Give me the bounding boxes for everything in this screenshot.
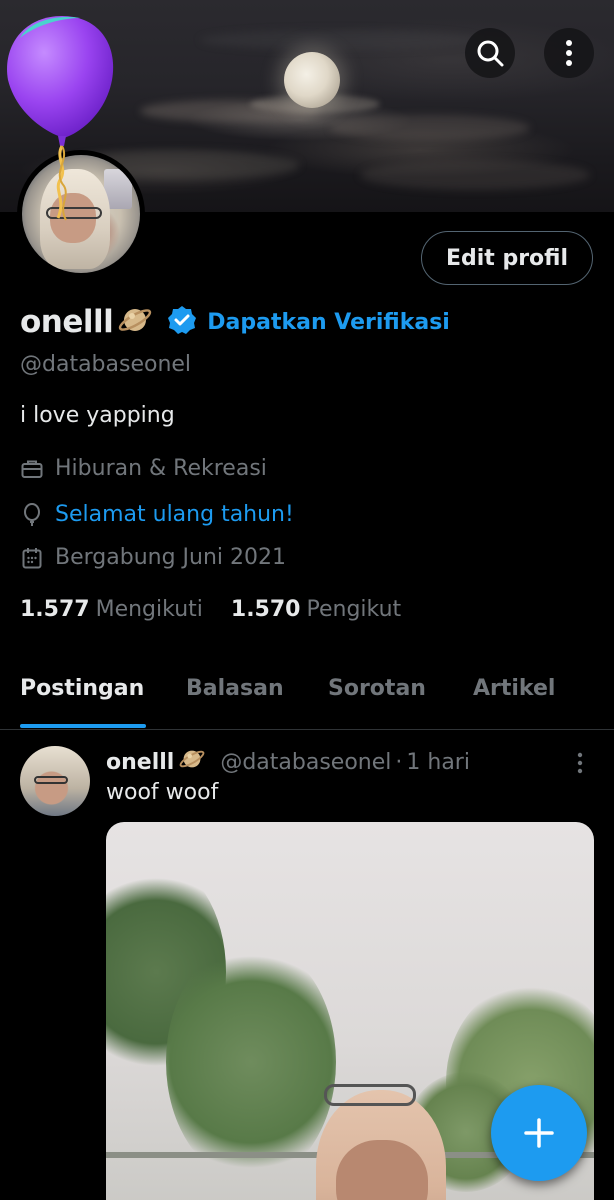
- ringed-planet-icon: [117, 303, 153, 341]
- tab-balasan[interactable]: Balasan: [186, 676, 284, 701]
- birthday-balloon-icon: [7, 16, 114, 221]
- profile-birthday-row: Selamat ulang tahun!: [20, 502, 294, 527]
- profile-page: Edit profil onelll Dapatkan Verifikasi @…: [0, 0, 614, 1200]
- post-text: woof woof: [106, 780, 219, 805]
- post-separator: ·: [395, 749, 403, 775]
- post-author-name[interactable]: onelll: [106, 750, 174, 775]
- profile-category-row: Hiburan & Rekreasi: [20, 456, 267, 481]
- more-options-button[interactable]: [544, 28, 594, 78]
- birthday-link[interactable]: Selamat ulang tahun!: [55, 502, 294, 527]
- followers-label: Pengikut: [306, 597, 402, 622]
- more-vertical-icon: [566, 40, 572, 66]
- get-verified-link[interactable]: Dapatkan Verifikasi: [207, 310, 450, 335]
- search-icon: [477, 40, 504, 67]
- profile-handle: @databaseonel: [20, 352, 192, 377]
- more-vertical-icon: [577, 752, 583, 774]
- profile-name: onelll: [20, 304, 114, 340]
- post-more-button[interactable]: [570, 750, 590, 776]
- following-label: Mengikuti: [95, 597, 203, 622]
- moon-image: [284, 52, 340, 108]
- followers-link[interactable]: 1.570 Pengikut: [231, 597, 401, 622]
- profile-name-row: onelll Dapatkan Verifikasi: [20, 300, 450, 344]
- profile-tabs: Postingan Balasan Sorotan Artikel: [0, 660, 614, 730]
- search-button[interactable]: [465, 28, 515, 78]
- tab-sorotan[interactable]: Sorotan: [328, 676, 426, 701]
- tab-artikel[interactable]: Artikel: [473, 676, 555, 701]
- followers-count: 1.570: [230, 597, 301, 622]
- post-author-avatar[interactable]: [20, 746, 90, 816]
- briefcase-icon: [20, 457, 44, 481]
- profile-joined-date: Bergabung Juni 2021: [55, 545, 287, 570]
- edit-profile-button[interactable]: Edit profil: [421, 231, 593, 285]
- post-header: onelll @databaseonel · 1 hari: [106, 746, 470, 778]
- follow-stats: 1.577 Mengikuti 1.570 Pengikut: [20, 597, 401, 622]
- calendar-icon: [20, 546, 44, 570]
- verified-badge-icon[interactable]: [167, 305, 197, 339]
- active-tab-indicator: [20, 724, 146, 728]
- post-timestamp[interactable]: 1 hari: [406, 750, 470, 775]
- following-count: 1.577: [20, 597, 90, 622]
- ringed-planet-icon: [178, 746, 206, 778]
- post-author-handle[interactable]: @databaseonel: [220, 750, 391, 775]
- profile-joined-row: Bergabung Juni 2021: [20, 545, 286, 570]
- tab-postingan[interactable]: Postingan: [20, 676, 144, 701]
- following-link[interactable]: 1.577 Mengikuti: [20, 597, 203, 622]
- profile-category: Hiburan & Rekreasi: [55, 456, 267, 481]
- compose-post-button[interactable]: [491, 1085, 587, 1181]
- profile-bio: i love yapping: [20, 403, 175, 428]
- balloon-icon: [20, 502, 44, 527]
- plus-icon: [524, 1118, 554, 1148]
